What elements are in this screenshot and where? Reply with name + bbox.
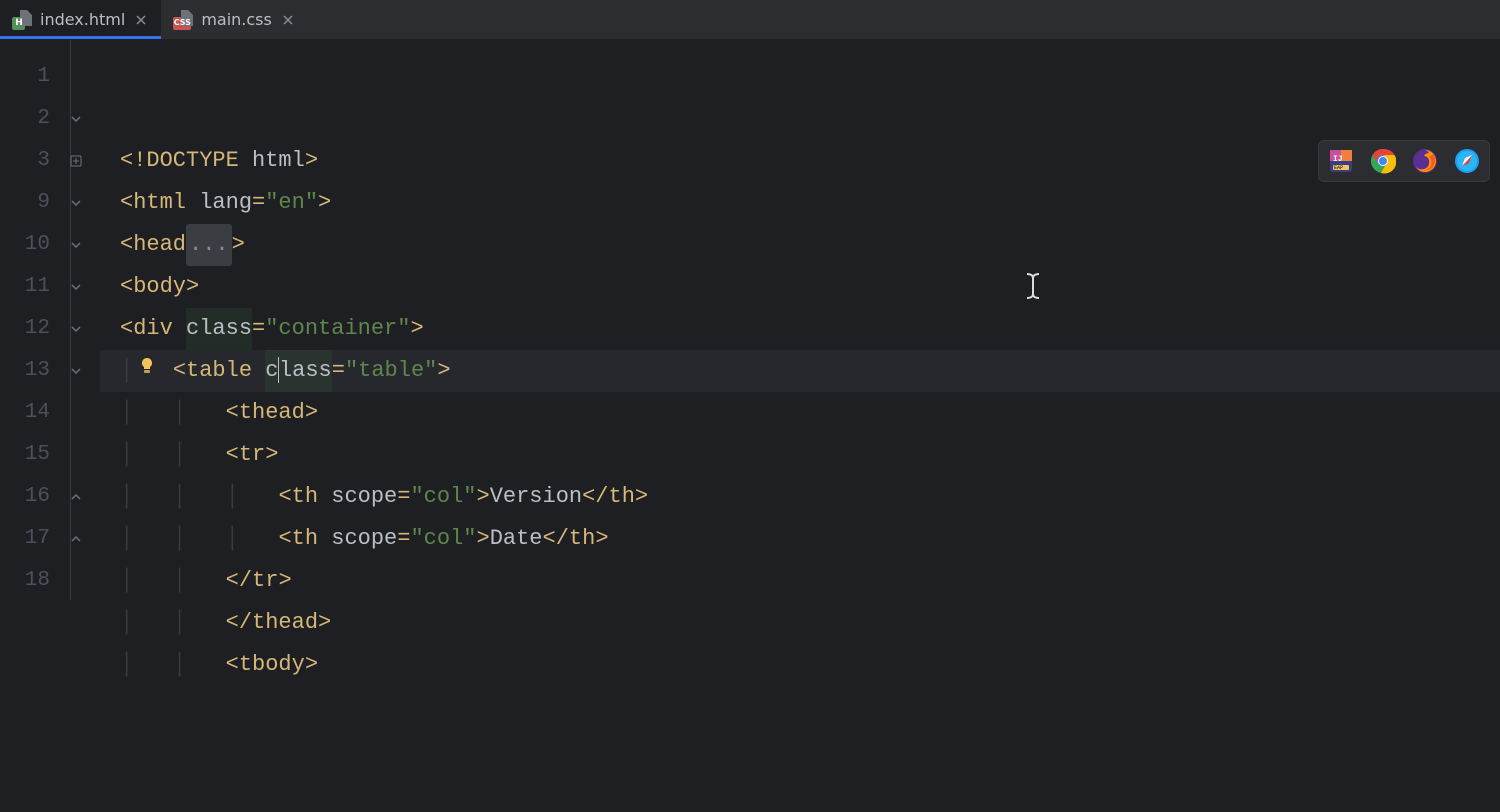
line-number[interactable]: 15 bbox=[0, 434, 50, 476]
code-line[interactable]: <div class="container"> bbox=[100, 308, 1500, 350]
code-line[interactable]: │ │ <tr> bbox=[100, 434, 1500, 476]
line-number[interactable]: 11 bbox=[0, 266, 50, 308]
editor: 1239101112131415161718 <!DOCTYPE html><h… bbox=[0, 40, 1500, 600]
fold-marker[interactable] bbox=[70, 350, 100, 392]
fold-marker[interactable] bbox=[70, 224, 100, 266]
code-area[interactable]: <!DOCTYPE html><html lang="en"><head...>… bbox=[100, 40, 1500, 600]
code-line[interactable]: │ │ </thead> bbox=[100, 602, 1500, 644]
fold-gutter[interactable] bbox=[70, 40, 100, 600]
fold-marker[interactable] bbox=[70, 182, 100, 224]
line-number-gutter[interactable]: 1239101112131415161718 bbox=[0, 40, 70, 600]
line-number[interactable]: 18 bbox=[0, 560, 50, 602]
fold-marker bbox=[70, 392, 100, 434]
text-cursor-icon bbox=[930, 230, 1042, 356]
close-icon[interactable] bbox=[280, 12, 296, 28]
fold-marker bbox=[70, 434, 100, 476]
line-number[interactable]: 16 bbox=[0, 476, 50, 518]
tab-bar: H index.html CSS main.css bbox=[0, 0, 1500, 40]
line-number[interactable]: 10 bbox=[0, 224, 50, 266]
line-number[interactable]: 13 bbox=[0, 350, 50, 392]
line-number[interactable]: 17 bbox=[0, 518, 50, 560]
line-number[interactable]: 12 bbox=[0, 308, 50, 350]
html-file-icon: H bbox=[12, 10, 32, 30]
tab-index-html[interactable]: H index.html bbox=[0, 0, 161, 39]
code-line[interactable]: │ <table class="table"> bbox=[100, 350, 1500, 392]
open-in-safari-button[interactable] bbox=[1453, 147, 1481, 175]
fold-marker[interactable] bbox=[70, 476, 100, 518]
fold-marker[interactable] bbox=[70, 98, 100, 140]
open-in-intellij-button[interactable]: IJEAP bbox=[1327, 147, 1355, 175]
text-caret bbox=[278, 357, 280, 383]
css-file-icon: CSS bbox=[173, 10, 193, 30]
code-line[interactable]: │ │ │ <th scope="col">Version</th> bbox=[100, 476, 1500, 518]
code-line[interactable]: <body> bbox=[100, 266, 1500, 308]
line-number[interactable]: 2 bbox=[0, 98, 50, 140]
svg-text:EAP: EAP bbox=[1334, 165, 1343, 171]
fold-marker[interactable] bbox=[70, 266, 100, 308]
line-number[interactable]: 9 bbox=[0, 182, 50, 224]
browser-preview-panel: IJEAP bbox=[1318, 140, 1490, 182]
fold-marker bbox=[70, 560, 100, 602]
close-icon[interactable] bbox=[133, 12, 149, 28]
line-number[interactable]: 14 bbox=[0, 392, 50, 434]
fold-marker[interactable] bbox=[70, 518, 100, 560]
tab-label: main.css bbox=[201, 10, 272, 29]
code-line[interactable]: │ │ │ <th scope="col">Date</th> bbox=[100, 518, 1500, 560]
line-number[interactable]: 1 bbox=[0, 56, 50, 98]
tab-label: index.html bbox=[40, 10, 125, 29]
code-line[interactable]: <head...> bbox=[100, 224, 1500, 266]
code-line[interactable]: <!DOCTYPE html> bbox=[100, 140, 1500, 182]
fold-marker bbox=[70, 56, 100, 98]
line-number[interactable]: 3 bbox=[0, 140, 50, 182]
open-in-chrome-button[interactable] bbox=[1369, 147, 1397, 175]
code-line[interactable]: │ │ </tr> bbox=[100, 560, 1500, 602]
open-in-firefox-button[interactable] bbox=[1411, 147, 1439, 175]
tab-main-css[interactable]: CSS main.css bbox=[161, 0, 308, 39]
code-line[interactable]: <html lang="en"> bbox=[100, 182, 1500, 224]
fold-marker[interactable] bbox=[70, 140, 100, 182]
code-line[interactable]: │ │ <tbody> bbox=[100, 644, 1500, 686]
fold-marker[interactable] bbox=[70, 308, 100, 350]
intention-bulb-icon[interactable] bbox=[138, 350, 156, 392]
svg-text:IJ: IJ bbox=[1333, 155, 1343, 164]
code-line[interactable]: │ │ <thead> bbox=[100, 392, 1500, 434]
